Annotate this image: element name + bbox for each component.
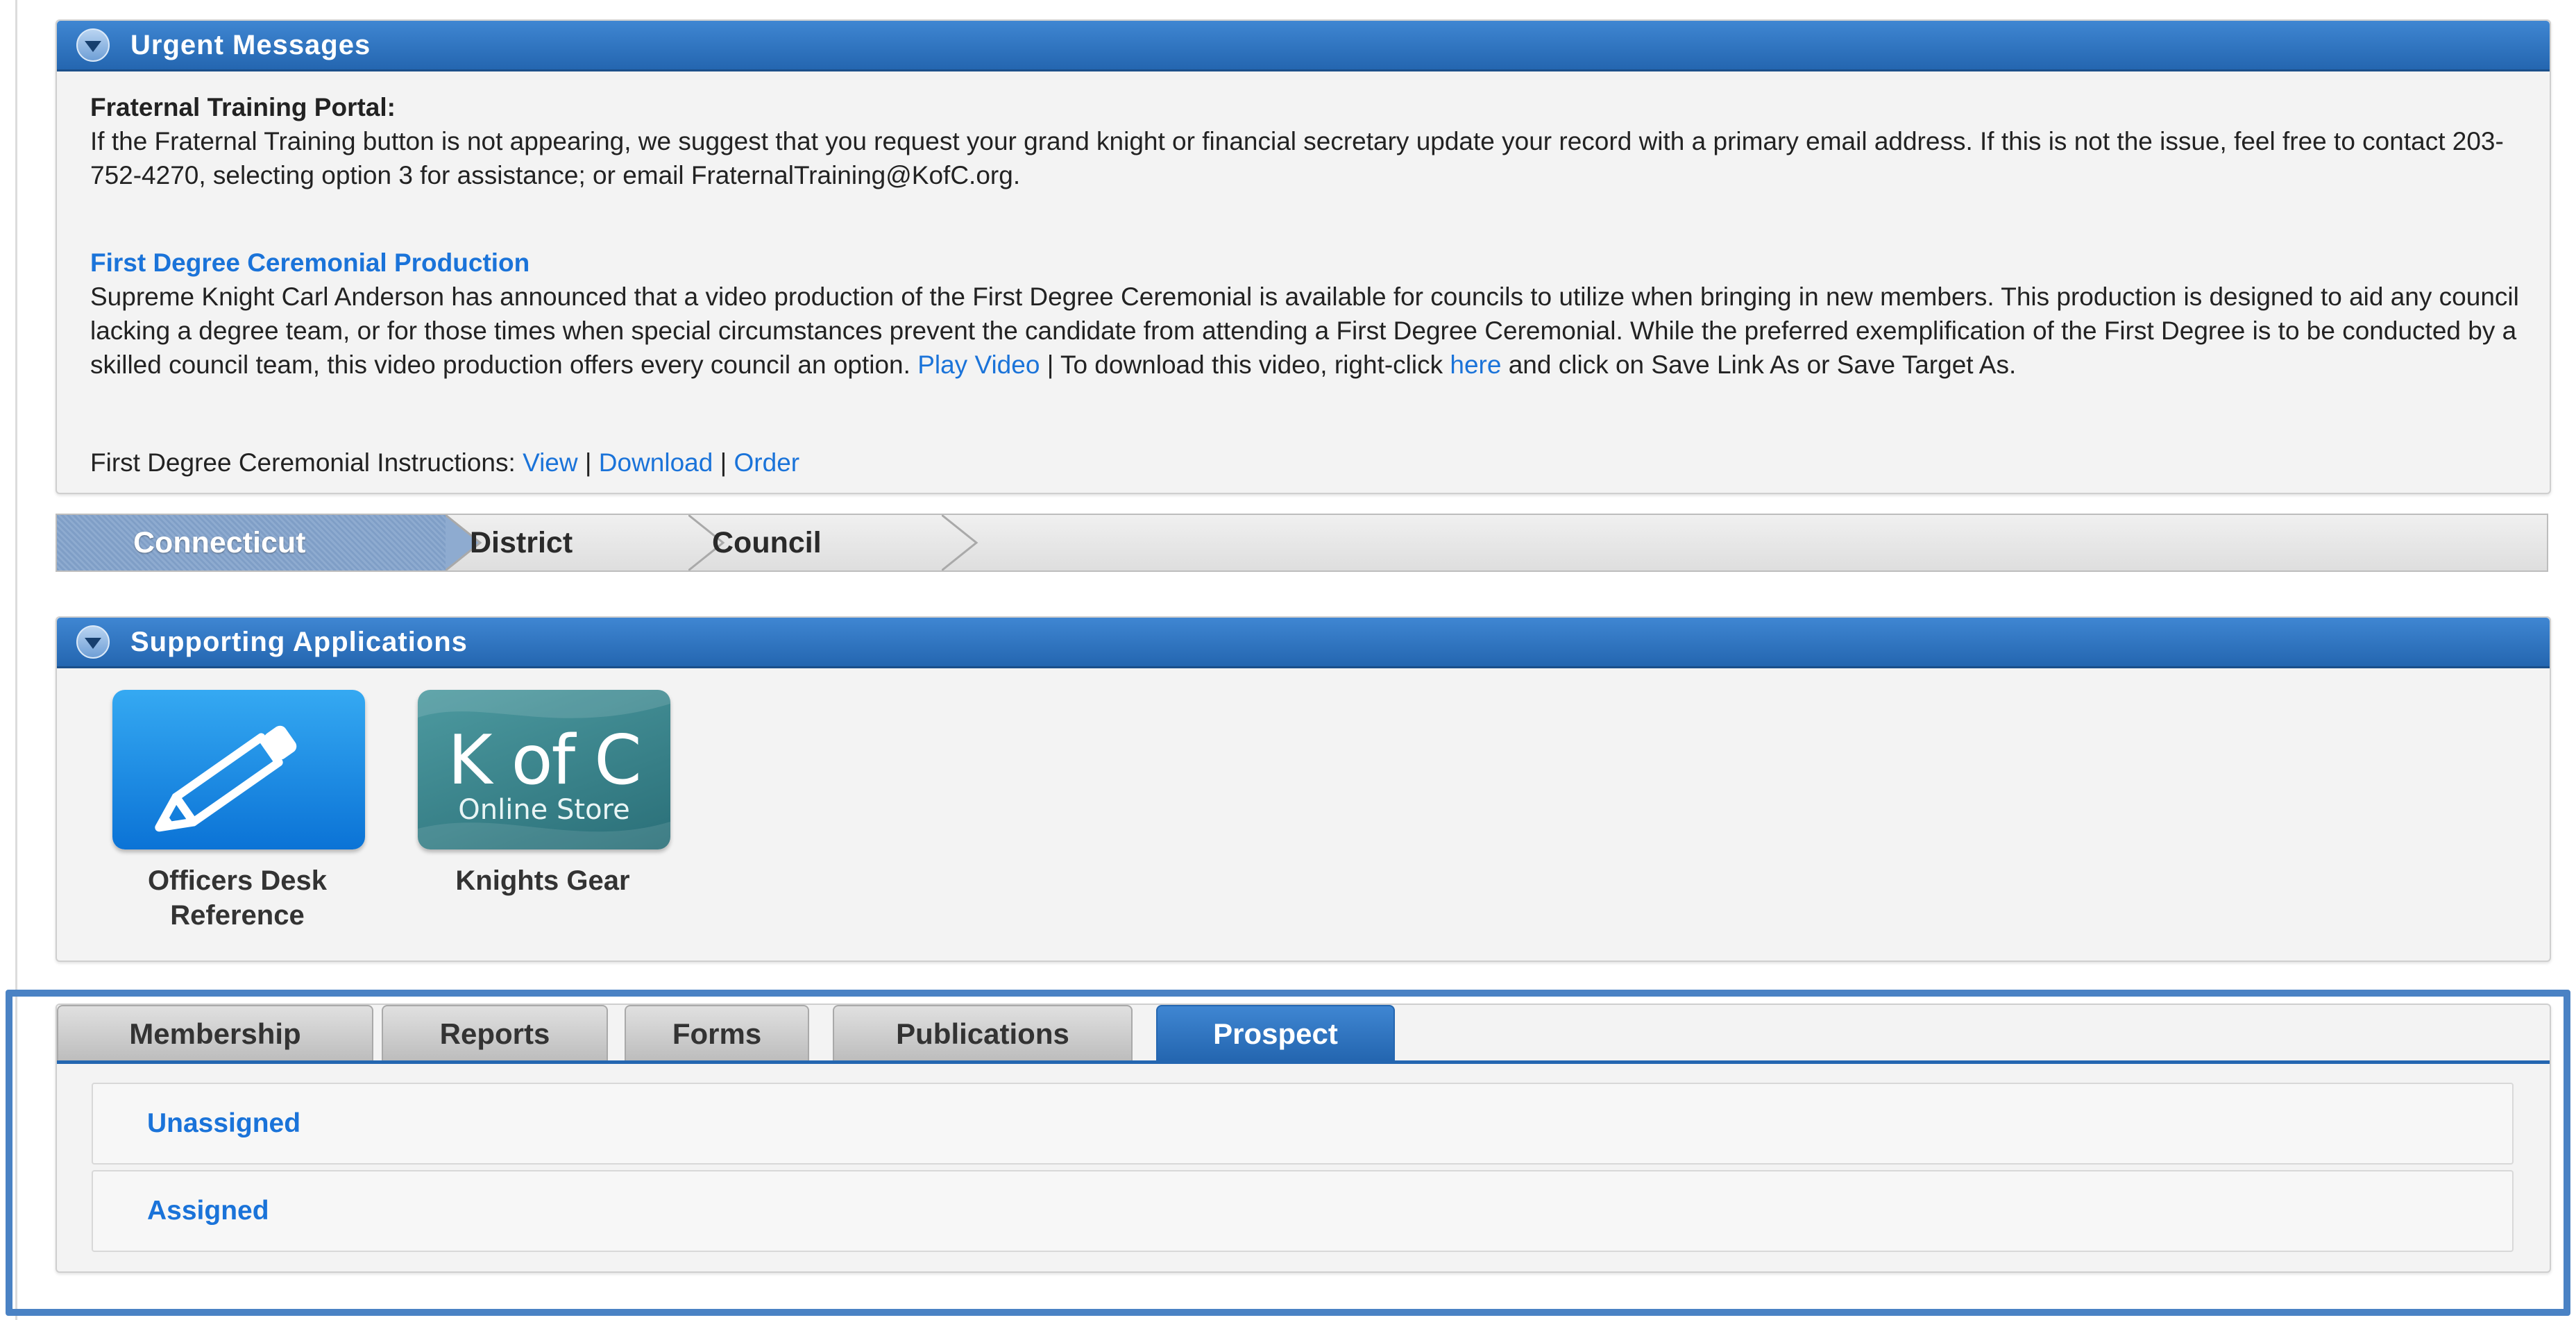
instructions-label: First Degree Ceremonial Instructions: bbox=[90, 448, 516, 477]
supporting-applications-header[interactable]: Supporting Applications bbox=[57, 618, 2550, 668]
unassigned-link[interactable]: Unassigned bbox=[147, 1084, 300, 1163]
store-logo-main: K of C bbox=[448, 721, 641, 800]
training-portal-heading: Fraternal Training Portal: bbox=[90, 93, 396, 121]
assigned-link[interactable]: Assigned bbox=[147, 1171, 269, 1251]
tab-bar: Membership Reports Forms Publications Pr… bbox=[57, 1005, 2550, 1064]
list-item-unassigned[interactable]: Unassigned bbox=[92, 1083, 2514, 1165]
tab-publications[interactable]: Publications bbox=[833, 1005, 1133, 1060]
download-suffix-text: and click on Save Link As or Save Target… bbox=[1508, 350, 2017, 379]
ceremonial-message: First Degree Ceremonial Production Supre… bbox=[90, 246, 2526, 382]
supporting-applications-panel: Supporting Applications Officers Desk Re… bbox=[56, 616, 2551, 962]
app-knights-gear[interactable]: K of C Online Store Knights Gear bbox=[418, 690, 670, 898]
breadcrumb-arrow-icon bbox=[942, 515, 978, 570]
breadcrumb-label: Connecticut bbox=[133, 526, 306, 559]
breadcrumb-label: District bbox=[470, 526, 573, 559]
store-logo-sub: Online Store bbox=[458, 794, 630, 826]
separator: | bbox=[584, 448, 592, 477]
download-prefix-text: To download this video, right-click bbox=[1060, 350, 1443, 379]
breadcrumb: Connecticut District Council bbox=[56, 514, 2548, 572]
separator: | bbox=[1046, 350, 1054, 379]
training-portal-text: If the Fraternal Training button is not … bbox=[90, 127, 2504, 189]
separator: | bbox=[720, 448, 727, 477]
urgent-messages-title: Urgent Messages bbox=[130, 29, 371, 60]
tab-forms[interactable]: Forms bbox=[625, 1005, 809, 1060]
tab-membership[interactable]: Membership bbox=[57, 1005, 373, 1060]
pencil-icon[interactable] bbox=[112, 690, 365, 849]
collapse-urgent-button[interactable] bbox=[76, 28, 110, 62]
training-portal-message: Fraternal Training Portal: If the Frater… bbox=[90, 90, 2526, 192]
breadcrumb-connecticut[interactable]: Connecticut bbox=[57, 515, 446, 570]
play-video-link[interactable]: Play Video bbox=[917, 350, 1040, 379]
supporting-applications-title: Supporting Applications bbox=[130, 626, 468, 657]
ceremonial-instructions: First Degree Ceremonial Instructions: Vi… bbox=[90, 446, 2526, 480]
app-officers-desk-reference[interactable]: Officers Desk Reference bbox=[112, 690, 365, 933]
app-label[interactable]: Officers Desk Reference bbox=[112, 863, 362, 933]
view-link[interactable]: View bbox=[523, 448, 578, 477]
list-item-assigned[interactable]: Assigned bbox=[92, 1170, 2514, 1252]
ceremonial-production-link[interactable]: First Degree Ceremonial Production bbox=[90, 248, 529, 277]
tab-reports[interactable]: Reports bbox=[382, 1005, 608, 1060]
tabs-panel: Membership Reports Forms Publications Pr… bbox=[56, 1004, 2551, 1273]
here-link[interactable]: here bbox=[1450, 350, 1501, 379]
breadcrumb-label: Council bbox=[712, 526, 822, 559]
download-link[interactable]: Download bbox=[599, 448, 713, 477]
urgent-messages-header[interactable]: Urgent Messages bbox=[57, 21, 2550, 71]
chevron-down-icon bbox=[85, 638, 101, 649]
kofc-online-store-logo[interactable]: K of C Online Store bbox=[418, 690, 670, 849]
app-label[interactable]: Knights Gear bbox=[418, 863, 668, 898]
collapse-apps-button[interactable] bbox=[76, 625, 110, 659]
urgent-messages-panel: Urgent Messages Fraternal Training Porta… bbox=[56, 19, 2551, 494]
tab-prospect[interactable]: Prospect bbox=[1156, 1005, 1395, 1060]
chevron-down-icon bbox=[85, 41, 101, 52]
order-link[interactable]: Order bbox=[734, 448, 800, 477]
